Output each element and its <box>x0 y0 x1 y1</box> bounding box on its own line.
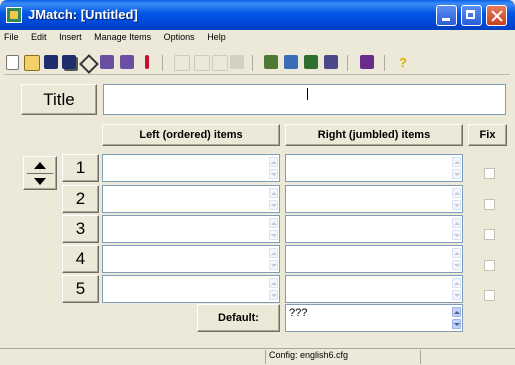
web-export-alt-icon[interactable] <box>120 55 134 69</box>
edit-item-icon[interactable] <box>284 55 298 69</box>
right-item-input[interactable] <box>285 215 463 243</box>
default-input[interactable]: ??? <box>285 304 463 332</box>
scroll-down-icon[interactable] <box>269 290 278 300</box>
scroll-up-icon[interactable] <box>452 218 461 228</box>
text-caret <box>307 88 308 100</box>
move-up-icon[interactable] <box>34 162 46 169</box>
scroll-down-icon[interactable] <box>452 200 461 210</box>
right-item-input[interactable] <box>285 185 463 213</box>
save-as-icon[interactable] <box>62 55 76 69</box>
scroll-up-icon[interactable] <box>452 278 461 288</box>
scroll-down-icon[interactable] <box>452 319 461 329</box>
scroll-down-icon[interactable] <box>452 230 461 240</box>
menu-file[interactable]: File <box>4 32 19 42</box>
menu-bar: File Edit Insert Manage Items Options He… <box>4 32 236 48</box>
right-item-input[interactable] <box>285 154 463 182</box>
left-items-header[interactable]: Left (ordered) items <box>102 124 280 146</box>
move-down-icon[interactable] <box>34 178 46 185</box>
fix-checkbox[interactable] <box>484 229 495 240</box>
scroll-up-icon[interactable] <box>269 188 278 198</box>
scroll-down-icon[interactable] <box>269 200 278 210</box>
help-icon[interactable]: ? <box>396 55 410 70</box>
scroll-up-icon[interactable] <box>269 248 278 258</box>
row-number-button[interactable]: 4 <box>62 245 99 273</box>
move-row-buttons <box>23 156 57 190</box>
right-item-input[interactable] <box>285 245 463 273</box>
fix-checkbox[interactable] <box>484 168 495 179</box>
menu-manage-items[interactable]: Manage Items <box>94 32 151 42</box>
toolbar-separator <box>347 55 348 71</box>
left-item-input[interactable] <box>102 275 280 303</box>
menu-help[interactable]: Help <box>207 32 226 42</box>
scroll-up-icon[interactable] <box>269 157 278 167</box>
close-button[interactable] <box>486 5 507 26</box>
fix-checkbox[interactable] <box>484 199 495 210</box>
palette-icon[interactable] <box>360 55 374 69</box>
new-file-icon[interactable] <box>6 55 19 70</box>
scroll-up-icon[interactable] <box>452 307 461 317</box>
row-number-button[interactable]: 3 <box>62 215 99 243</box>
left-item-input[interactable] <box>102 185 280 213</box>
cut-icon[interactable] <box>194 55 210 71</box>
toolbar-separator <box>252 55 253 71</box>
translate-icon[interactable] <box>304 55 318 69</box>
menu-edit[interactable]: Edit <box>31 32 47 42</box>
diamond-icon[interactable] <box>79 54 99 74</box>
shuffle-icon[interactable] <box>324 55 338 69</box>
menu-options[interactable]: Options <box>164 32 195 42</box>
toolbar: ? <box>4 52 510 75</box>
fix-checkbox[interactable] <box>484 290 495 301</box>
red-down-arrow-icon[interactable] <box>145 55 149 69</box>
status-bar: Config: english6.cfg <box>0 348 515 365</box>
minimize-button[interactable] <box>436 5 457 26</box>
left-item-input[interactable] <box>102 245 280 273</box>
app-icon <box>6 7 22 23</box>
row-number-button[interactable]: 2 <box>62 185 99 213</box>
menu-insert[interactable]: Insert <box>59 32 82 42</box>
scroll-down-icon[interactable] <box>269 169 278 179</box>
fix-header[interactable]: Fix <box>468 124 507 146</box>
save-icon[interactable] <box>44 55 58 69</box>
undo-icon[interactable] <box>174 55 190 71</box>
toolbar-separator <box>162 55 163 71</box>
default-value: ??? <box>289 307 308 319</box>
paste-icon[interactable] <box>230 55 244 69</box>
status-pane-extra <box>420 350 511 364</box>
right-items-header[interactable]: Right (jumbled) items <box>285 124 463 146</box>
left-item-input[interactable] <box>102 215 280 243</box>
scroll-down-icon[interactable] <box>269 230 278 240</box>
toolbar-separator <box>384 55 385 71</box>
row-number-button[interactable]: 5 <box>62 275 99 303</box>
scroll-up-icon[interactable] <box>269 218 278 228</box>
add-item-icon[interactable] <box>264 55 278 69</box>
scroll-down-icon[interactable] <box>452 169 461 179</box>
window-title: JMatch: [Untitled] <box>28 7 138 22</box>
row-number-button[interactable]: 1 <box>62 154 99 182</box>
left-item-input[interactable] <box>102 154 280 182</box>
scroll-down-icon[interactable] <box>452 260 461 270</box>
scroll-up-icon[interactable] <box>452 248 461 258</box>
default-label-button[interactable]: Default: <box>197 304 280 332</box>
maximize-button[interactable] <box>461 5 482 26</box>
open-folder-icon[interactable] <box>24 55 40 71</box>
web-export-icon[interactable] <box>100 55 114 69</box>
scroll-down-icon[interactable] <box>452 290 461 300</box>
title-bar[interactable]: JMatch: [Untitled] <box>0 0 515 30</box>
status-config: Config: english6.cfg <box>265 350 419 364</box>
scroll-down-icon[interactable] <box>269 260 278 270</box>
jmatch-window: JMatch: [Untitled] File Edit Insert Mana… <box>0 0 515 365</box>
scroll-up-icon[interactable] <box>269 278 278 288</box>
right-item-input[interactable] <box>285 275 463 303</box>
title-label-button[interactable]: Title <box>21 84 97 115</box>
fix-checkbox[interactable] <box>484 260 495 271</box>
scroll-up-icon[interactable] <box>452 188 461 198</box>
arrow-divider <box>27 173 53 174</box>
scroll-up-icon[interactable] <box>452 157 461 167</box>
copy-icon[interactable] <box>212 55 228 71</box>
title-input[interactable] <box>103 84 506 115</box>
